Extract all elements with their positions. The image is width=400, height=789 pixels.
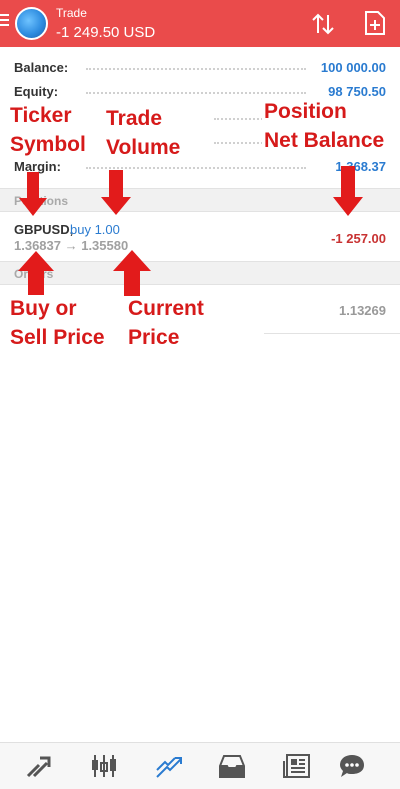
menu-icon[interactable] (0, 14, 10, 30)
app-logo (15, 7, 48, 40)
position-volume: buy 1.00 (70, 222, 120, 237)
annotation-buy-sell: Buy or Sell Price (8, 294, 107, 352)
position-symbol: GBPUSD, (14, 222, 74, 237)
trade-icon[interactable] (155, 753, 183, 779)
annotation-buy-line1: Buy or (8, 294, 107, 323)
orders-section-header: Orders (0, 261, 400, 285)
annotation-volume: Trade Volume (104, 104, 183, 162)
arrow-up-current (113, 250, 151, 296)
order-price[interactable]: 1.13269 (339, 303, 386, 318)
annotation-buy-line2: Sell Price (8, 323, 107, 352)
new-order-icon[interactable] (364, 11, 386, 35)
balance-value: 100 000.00 (316, 60, 386, 75)
arrow-down-volume (101, 170, 131, 215)
annotation-volume-line2: Volume (104, 133, 183, 162)
annotation-ticker-line1: Ticker (8, 101, 88, 130)
news-icon[interactable] (283, 753, 311, 779)
chat-icon[interactable] (338, 753, 366, 779)
position-row[interactable]: GBPUSD, buy 1.00 1.36837 → 1.35580 -1 25… (0, 213, 400, 261)
arrow-down-ticker (19, 172, 47, 216)
balance-label: Balance: (14, 60, 69, 75)
annotation-current-line2: Price (126, 323, 206, 352)
header-title: Trade (56, 6, 87, 20)
equity-label: Equity: (14, 84, 59, 99)
header-profit: -1 249.50 USD (56, 24, 156, 41)
chart-icon[interactable] (90, 753, 118, 779)
sort-icon[interactable] (310, 11, 336, 37)
annotation-current-line1: Current (126, 294, 206, 323)
annotation-position-balance: Position Net Balance (262, 97, 387, 155)
annotation-current-price: Current Price (126, 294, 206, 352)
quotes-icon[interactable] (25, 753, 53, 779)
app-header: Trade -1 249.50 USD (0, 0, 400, 47)
bottom-nav (0, 742, 400, 789)
annotation-position-line1: Position (262, 97, 387, 126)
arrow-up-buy (18, 251, 54, 295)
order-divider (264, 333, 400, 334)
position-profit: -1 257.00 (331, 231, 386, 246)
annotation-volume-line1: Trade (104, 104, 183, 133)
margin-row: Margin: 1 368.37 (14, 156, 386, 178)
balance-row: Balance: 100 000.00 (14, 57, 386, 79)
annotation-ticker: Ticker Symbol (8, 101, 88, 159)
annotation-position-line2: Net Balance (262, 126, 387, 155)
history-icon[interactable] (218, 753, 246, 779)
arrow-down-position (333, 166, 363, 216)
annotation-ticker-line2: Symbol (8, 130, 88, 159)
